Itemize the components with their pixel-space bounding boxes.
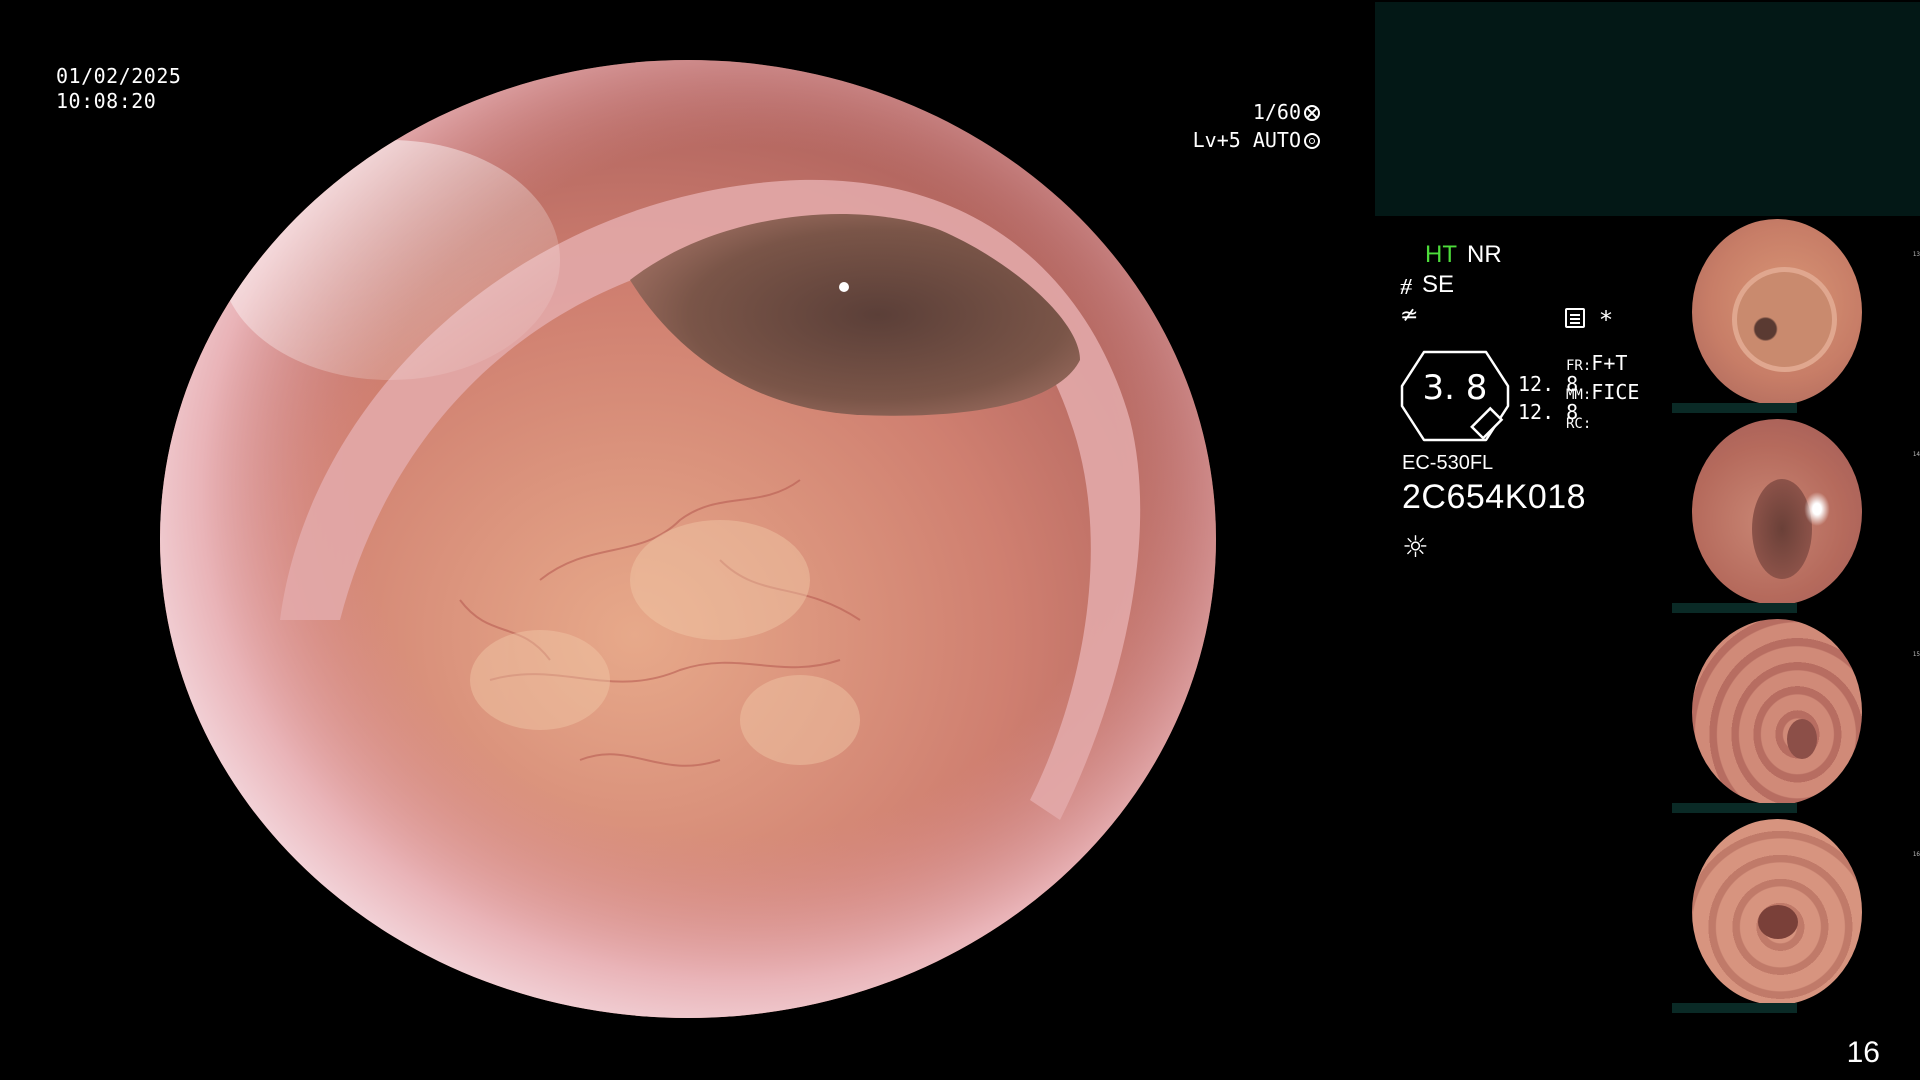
- lamp-icon: ☼: [1402, 530, 1429, 565]
- info-panel-background: [1375, 2, 1920, 216]
- zoom-gauge-icon: 3. 8: [1400, 350, 1510, 442]
- thumbnail-3[interactable]: 15: [1672, 615, 1920, 815]
- structure-enhance-icon: ⧣: [1400, 272, 1413, 297]
- exposure-level: Lv+5: [1192, 128, 1241, 152]
- thumbnail-tag: 16: [1912, 851, 1920, 858]
- mm-key: MM:: [1566, 387, 1592, 403]
- mode-settings: FR:F+T MM:FICE RC:: [1566, 350, 1639, 437]
- date-text: 01/02/2025: [56, 64, 182, 88]
- scope-model: EC-530FL: [1402, 452, 1494, 474]
- fr-value: F+T: [1591, 351, 1628, 375]
- shutter-speed: 1/60: [1252, 100, 1301, 124]
- shutter-icon: [1304, 105, 1320, 121]
- thumbnail-1[interactable]: 13: [1672, 215, 1920, 415]
- filter-icon: ≄: [1400, 302, 1419, 327]
- page-number: 16: [1846, 1036, 1880, 1069]
- processing-status: HT NR ⧣ SE ≄: [1400, 240, 1660, 330]
- rc-key: RC:: [1566, 416, 1592, 432]
- zoom-level: 3. 8: [1422, 368, 1488, 408]
- captured-thumbnails: 13 14 15 16: [1672, 215, 1920, 1015]
- nr-indicator: NR: [1467, 241, 1502, 268]
- ht-indicator: HT: [1425, 241, 1457, 268]
- endoscope-image: [160, 60, 1216, 1018]
- thumbnail-tag: 14: [1912, 451, 1920, 458]
- thumbnail-tag: 13: [1912, 251, 1920, 258]
- scope-serial: 2C654K018: [1402, 478, 1587, 516]
- thumbnail-2[interactable]: 14: [1672, 415, 1920, 615]
- aperture-icon: [1304, 133, 1320, 149]
- endoscope-live-view: [160, 60, 1216, 1018]
- mm-value: FICE: [1591, 380, 1640, 404]
- datetime: 01/02/2025 10:08:20: [56, 64, 181, 114]
- iris-mode: AUTO: [1252, 128, 1301, 152]
- menu-icon: [1565, 308, 1585, 328]
- time-text: 10:08:20: [56, 89, 157, 113]
- thumbnail-tag: 15: [1912, 651, 1920, 658]
- exposure-readout: 1/60 Lv+5 AUTO: [1193, 98, 1320, 154]
- thumbnail-4[interactable]: 16: [1672, 815, 1920, 1015]
- se-indicator: SE: [1422, 271, 1455, 298]
- star-indicator: *: [1600, 306, 1612, 334]
- fr-key: FR:: [1566, 358, 1592, 374]
